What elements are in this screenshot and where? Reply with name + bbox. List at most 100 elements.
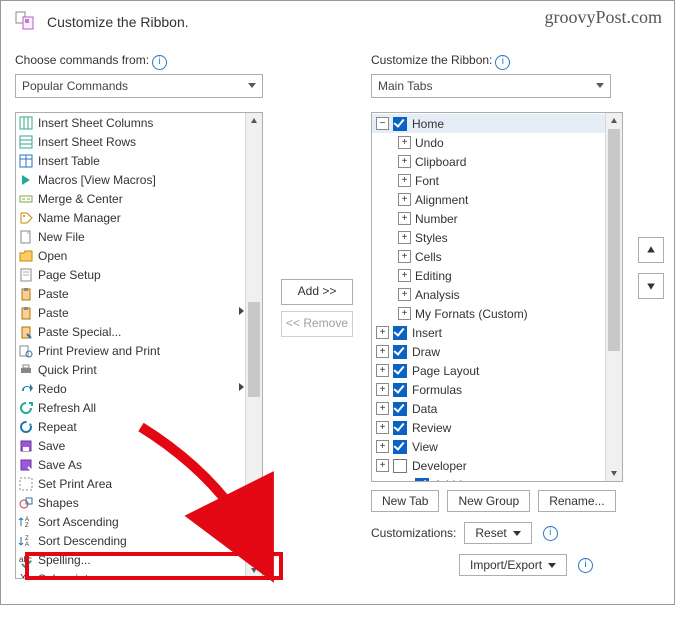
reset-button[interactable]: Reset — [464, 522, 531, 544]
command-item[interactable]: Quick Print — [16, 360, 246, 379]
command-item[interactable]: Insert Table — [16, 151, 246, 170]
checkbox[interactable] — [415, 478, 429, 482]
expand-toggle-icon[interactable]: + — [398, 155, 411, 168]
expand-toggle-icon[interactable]: + — [376, 364, 389, 377]
checkbox[interactable] — [393, 364, 407, 378]
expand-toggle-icon[interactable]: + — [376, 383, 389, 396]
expand-toggle-icon[interactable]: + — [376, 459, 389, 472]
checkbox[interactable] — [393, 459, 407, 473]
scroll-down-icon[interactable] — [606, 465, 622, 481]
command-item[interactable]: Save — [16, 436, 246, 455]
tree-node[interactable]: −Home — [372, 114, 606, 133]
tree-node[interactable]: +Alignment — [372, 190, 606, 209]
tree-node[interactable]: +Clipboard — [372, 152, 606, 171]
info-icon[interactable]: i — [578, 558, 593, 573]
commands-listbox[interactable]: Insert Sheet ColumnsInsert Sheet RowsIns… — [15, 112, 263, 579]
command-item[interactable]: Insert Sheet Columns — [16, 113, 246, 132]
checkbox[interactable] — [393, 440, 407, 454]
tree-node[interactable]: +Page Layout — [372, 361, 606, 380]
info-icon[interactable]: i — [495, 55, 510, 70]
expand-toggle-icon[interactable]: + — [398, 136, 411, 149]
move-up-button[interactable] — [638, 237, 664, 263]
tree-node[interactable]: +My Fornats (Custom) — [372, 304, 606, 323]
tree-node[interactable]: +Editing — [372, 266, 606, 285]
command-label: Sort Descending — [38, 534, 246, 548]
command-item[interactable]: ZASort Descending — [16, 531, 246, 550]
command-item[interactable]: Insert Sheet Rows — [16, 132, 246, 151]
expand-toggle-icon[interactable]: + — [376, 345, 389, 358]
command-item[interactable]: Set Print Area — [16, 474, 246, 493]
scrollbar[interactable] — [245, 113, 262, 578]
tree-node[interactable]: +Review — [372, 418, 606, 437]
scroll-up-icon[interactable] — [246, 113, 262, 129]
command-item[interactable]: Refresh All — [16, 398, 246, 417]
submenu-arrow-icon — [239, 383, 244, 391]
command-item[interactable]: Repeat — [16, 417, 246, 436]
expand-toggle-icon[interactable]: − — [376, 117, 389, 130]
command-item[interactable]: Open — [16, 246, 246, 265]
tree-node[interactable]: +Developer — [372, 456, 606, 475]
expand-toggle-icon[interactable]: + — [398, 269, 411, 282]
scroll-down-icon[interactable] — [246, 562, 262, 578]
add-button[interactable]: Add >> — [281, 279, 353, 305]
new-group-button[interactable]: New Group — [447, 490, 530, 512]
command-item[interactable]: Name Manager — [16, 208, 246, 227]
command-item[interactable]: Redo — [16, 379, 246, 398]
scroll-up-icon[interactable] — [606, 113, 622, 129]
expand-toggle-icon[interactable]: + — [398, 231, 411, 244]
expand-toggle-icon[interactable]: + — [376, 421, 389, 434]
tree-node[interactable]: Add-ins — [372, 475, 606, 481]
command-item[interactable]: Macros [View Macros] — [16, 170, 246, 189]
expand-toggle-icon[interactable]: + — [376, 326, 389, 339]
import-export-button[interactable]: Import/Export — [459, 554, 567, 576]
new-tab-button[interactable]: New Tab — [371, 490, 439, 512]
tree-node[interactable]: +Draw — [372, 342, 606, 361]
command-item[interactable]: Paste Special... — [16, 322, 246, 341]
checkbox[interactable] — [393, 383, 407, 397]
info-icon[interactable]: i — [152, 55, 167, 70]
command-label: Macros [View Macros] — [38, 173, 246, 187]
command-item[interactable]: Print Preview and Print — [16, 341, 246, 360]
expand-toggle-icon[interactable]: + — [376, 402, 389, 415]
tree-node[interactable]: +Undo — [372, 133, 606, 152]
checkbox[interactable] — [393, 345, 407, 359]
expand-toggle-icon[interactable]: + — [376, 440, 389, 453]
tree-node[interactable]: +View — [372, 437, 606, 456]
command-item[interactable]: Save As — [16, 455, 246, 474]
command-item[interactable]: abcSpelling... — [16, 550, 246, 569]
ribbon-tabs-combo[interactable]: Main Tabs — [371, 74, 611, 98]
tree-node[interactable]: +Analysis — [372, 285, 606, 304]
tree-node[interactable]: +Font — [372, 171, 606, 190]
checkbox[interactable] — [393, 402, 407, 416]
tree-node[interactable]: +Data — [372, 399, 606, 418]
rename-button[interactable]: Rename... — [538, 490, 615, 512]
ribbon-tree[interactable]: −Home+Undo+Clipboard+Font+Alignment+Numb… — [371, 112, 623, 482]
command-item[interactable]: X2Subscript — [16, 569, 246, 578]
expand-toggle-icon[interactable]: + — [398, 307, 411, 320]
expand-toggle-icon[interactable]: + — [398, 212, 411, 225]
checkbox[interactable] — [393, 421, 407, 435]
tree-node[interactable]: + Number — [372, 209, 606, 228]
command-item[interactable]: Paste — [16, 284, 246, 303]
scrollbar[interactable] — [605, 113, 622, 481]
command-item[interactable]: Shapes — [16, 493, 246, 512]
command-item[interactable]: Page Setup — [16, 265, 246, 284]
command-item[interactable]: Merge & Center — [16, 189, 246, 208]
expand-toggle-icon[interactable]: + — [398, 193, 411, 206]
info-icon[interactable]: i — [543, 526, 558, 541]
tree-label: Number — [415, 212, 458, 226]
command-item[interactable]: New File — [16, 227, 246, 246]
command-item[interactable]: AZSort Ascending — [16, 512, 246, 531]
expand-toggle-icon[interactable]: + — [398, 288, 411, 301]
tree-node[interactable]: +Cells — [372, 247, 606, 266]
tree-node[interactable]: +Styles — [372, 228, 606, 247]
checkbox[interactable] — [393, 117, 407, 131]
commands-from-combo[interactable]: Popular Commands — [15, 74, 263, 98]
checkbox[interactable] — [393, 326, 407, 340]
expand-toggle-icon[interactable]: + — [398, 250, 411, 263]
tree-node[interactable]: +Formulas — [372, 380, 606, 399]
move-down-button[interactable] — [638, 273, 664, 299]
tree-node[interactable]: +Insert — [372, 323, 606, 342]
expand-toggle-icon[interactable]: + — [398, 174, 411, 187]
command-item[interactable]: Paste — [16, 303, 246, 322]
